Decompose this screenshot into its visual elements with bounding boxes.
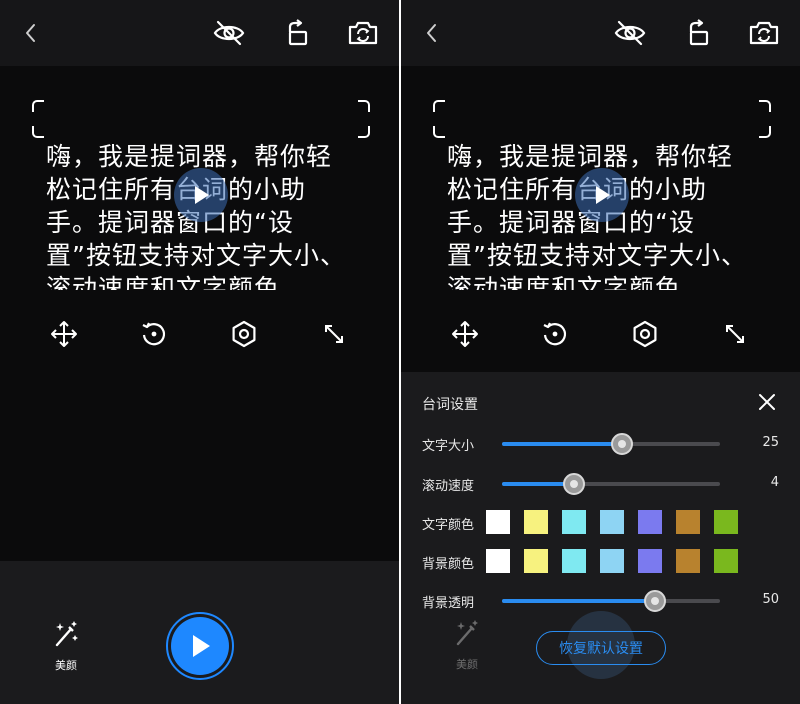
move-button[interactable] — [449, 318, 481, 350]
bg-color-swatch[interactable] — [600, 549, 624, 573]
scroll-speed-value: 4 — [770, 475, 779, 490]
script-settings-panel: 台词设置 文字大小 25 滚动速度 4 文字颜色 背景颜色 背景透明 50 美颜… — [401, 372, 800, 704]
reset-defaults-button[interactable]: 恢复默认设置 — [536, 631, 666, 665]
camera-switch-icon — [348, 21, 378, 45]
font-size-slider[interactable] — [502, 433, 720, 455]
text-color-swatch[interactable] — [524, 510, 548, 534]
text-color-swatch[interactable] — [676, 510, 700, 534]
bg-opacity-value: 50 — [762, 592, 779, 607]
panel-title: 台词设置 — [422, 397, 478, 413]
bg-color-swatch[interactable] — [676, 549, 700, 573]
slider-knob[interactable] — [610, 433, 633, 455]
beauty-label: 美颜 — [55, 659, 77, 672]
switch-camera-button[interactable] — [346, 16, 380, 50]
frame-corner — [358, 100, 370, 112]
screen-default: 嗨，我是提词器，帮你轻松记住所有台词的小助手。提词器窗口的“设置”按钮支持对文字… — [0, 0, 399, 704]
frame-corner — [433, 100, 445, 112]
bottom-bar: 美颜 — [0, 561, 399, 704]
record-play-inner — [171, 617, 229, 675]
bg-color-swatch[interactable] — [638, 549, 662, 573]
close-icon — [759, 394, 775, 410]
hide-button[interactable] — [613, 16, 647, 50]
beauty-icon — [55, 621, 78, 647]
settings-button[interactable] — [629, 318, 661, 350]
text-color-swatch[interactable] — [486, 510, 510, 534]
prompter-window[interactable]: 嗨，我是提词器，帮你轻松记住所有台词的小助手。提词器窗口的“设置”按钮支持对文字… — [433, 100, 771, 292]
text-color-swatch[interactable] — [638, 510, 662, 534]
play-icon — [193, 635, 210, 657]
frame-corner — [759, 126, 771, 138]
prompter-toolbar — [0, 314, 399, 354]
play-icon — [195, 186, 209, 204]
resize-button[interactable] — [719, 318, 751, 350]
camera-switch-icon — [749, 21, 779, 45]
back-icon — [427, 24, 436, 42]
restart-icon — [142, 322, 166, 346]
bg-color-swatch[interactable] — [486, 549, 510, 573]
slider-fill — [502, 442, 622, 446]
play-icon — [596, 186, 610, 204]
prompter-window[interactable]: 嗨，我是提词器，帮你轻松记住所有台词的小助手。提词器窗口的“设置”按钮支持对文字… — [32, 100, 370, 292]
rotate-icon — [689, 19, 709, 46]
font-size-label: 文字大小 — [422, 439, 475, 454]
frame-corner — [32, 126, 44, 138]
rotate-icon — [288, 19, 308, 46]
settings-icon — [633, 320, 657, 348]
move-icon — [452, 321, 478, 347]
screen-settings-open: 嗨，我是提词器，帮你轻松记住所有台词的小助手。提词器窗口的“设置”按钮支持对文字… — [401, 0, 800, 704]
back-button[interactable] — [14, 16, 48, 50]
bg-opacity-slider[interactable] — [502, 590, 720, 612]
frame-corner — [32, 100, 44, 112]
beauty-button-dimmed: 美颜 — [447, 618, 487, 672]
bg-opacity-label: 背景透明 — [422, 596, 475, 611]
back-button[interactable] — [415, 16, 449, 50]
switch-camera-button[interactable] — [747, 16, 781, 50]
slider-knob[interactable] — [562, 473, 585, 495]
frame-corner — [759, 100, 771, 112]
prompter-toolbar — [401, 314, 800, 354]
rotate-button[interactable] — [280, 16, 314, 50]
scroll-speed-label: 滚动速度 — [422, 479, 475, 494]
frame-corner — [433, 126, 445, 138]
back-icon — [26, 24, 35, 42]
text-color-swatch[interactable] — [600, 510, 624, 534]
restart-icon — [543, 322, 567, 346]
restart-button[interactable] — [539, 318, 571, 350]
scroll-speed-slider[interactable] — [502, 473, 720, 495]
prompter-play-button[interactable] — [575, 168, 629, 222]
bg-color-label: 背景颜色 — [422, 557, 475, 572]
bg-color-swatch[interactable] — [524, 549, 548, 573]
record-play-button[interactable] — [166, 612, 234, 680]
slider-fill — [502, 599, 655, 603]
eye-off-icon — [213, 20, 245, 46]
settings-icon — [232, 320, 256, 348]
move-icon — [51, 321, 77, 347]
beauty-label: 美颜 — [456, 658, 478, 671]
hide-button[interactable] — [212, 16, 246, 50]
rotate-button[interactable] — [681, 16, 715, 50]
close-panel-button[interactable] — [755, 390, 779, 414]
resize-icon — [726, 325, 744, 343]
prompter-play-button[interactable] — [174, 168, 228, 222]
top-bar — [401, 0, 800, 66]
text-color-label: 文字颜色 — [422, 518, 475, 533]
restart-button[interactable] — [138, 318, 170, 350]
resize-button[interactable] — [318, 318, 350, 350]
settings-button[interactable] — [228, 318, 260, 350]
bg-color-swatch[interactable] — [562, 549, 586, 573]
text-color-swatch[interactable] — [714, 510, 738, 534]
move-button[interactable] — [48, 318, 80, 350]
bg-color-swatch[interactable] — [714, 549, 738, 573]
slider-knob[interactable] — [643, 590, 666, 612]
resize-icon — [325, 325, 343, 343]
beauty-button[interactable]: 美颜 — [46, 619, 86, 673]
eye-off-icon — [614, 20, 646, 46]
top-bar — [0, 0, 399, 66]
text-color-swatch[interactable] — [562, 510, 586, 534]
font-size-value: 25 — [762, 435, 779, 450]
frame-corner — [358, 126, 370, 138]
beauty-icon — [456, 620, 478, 646]
